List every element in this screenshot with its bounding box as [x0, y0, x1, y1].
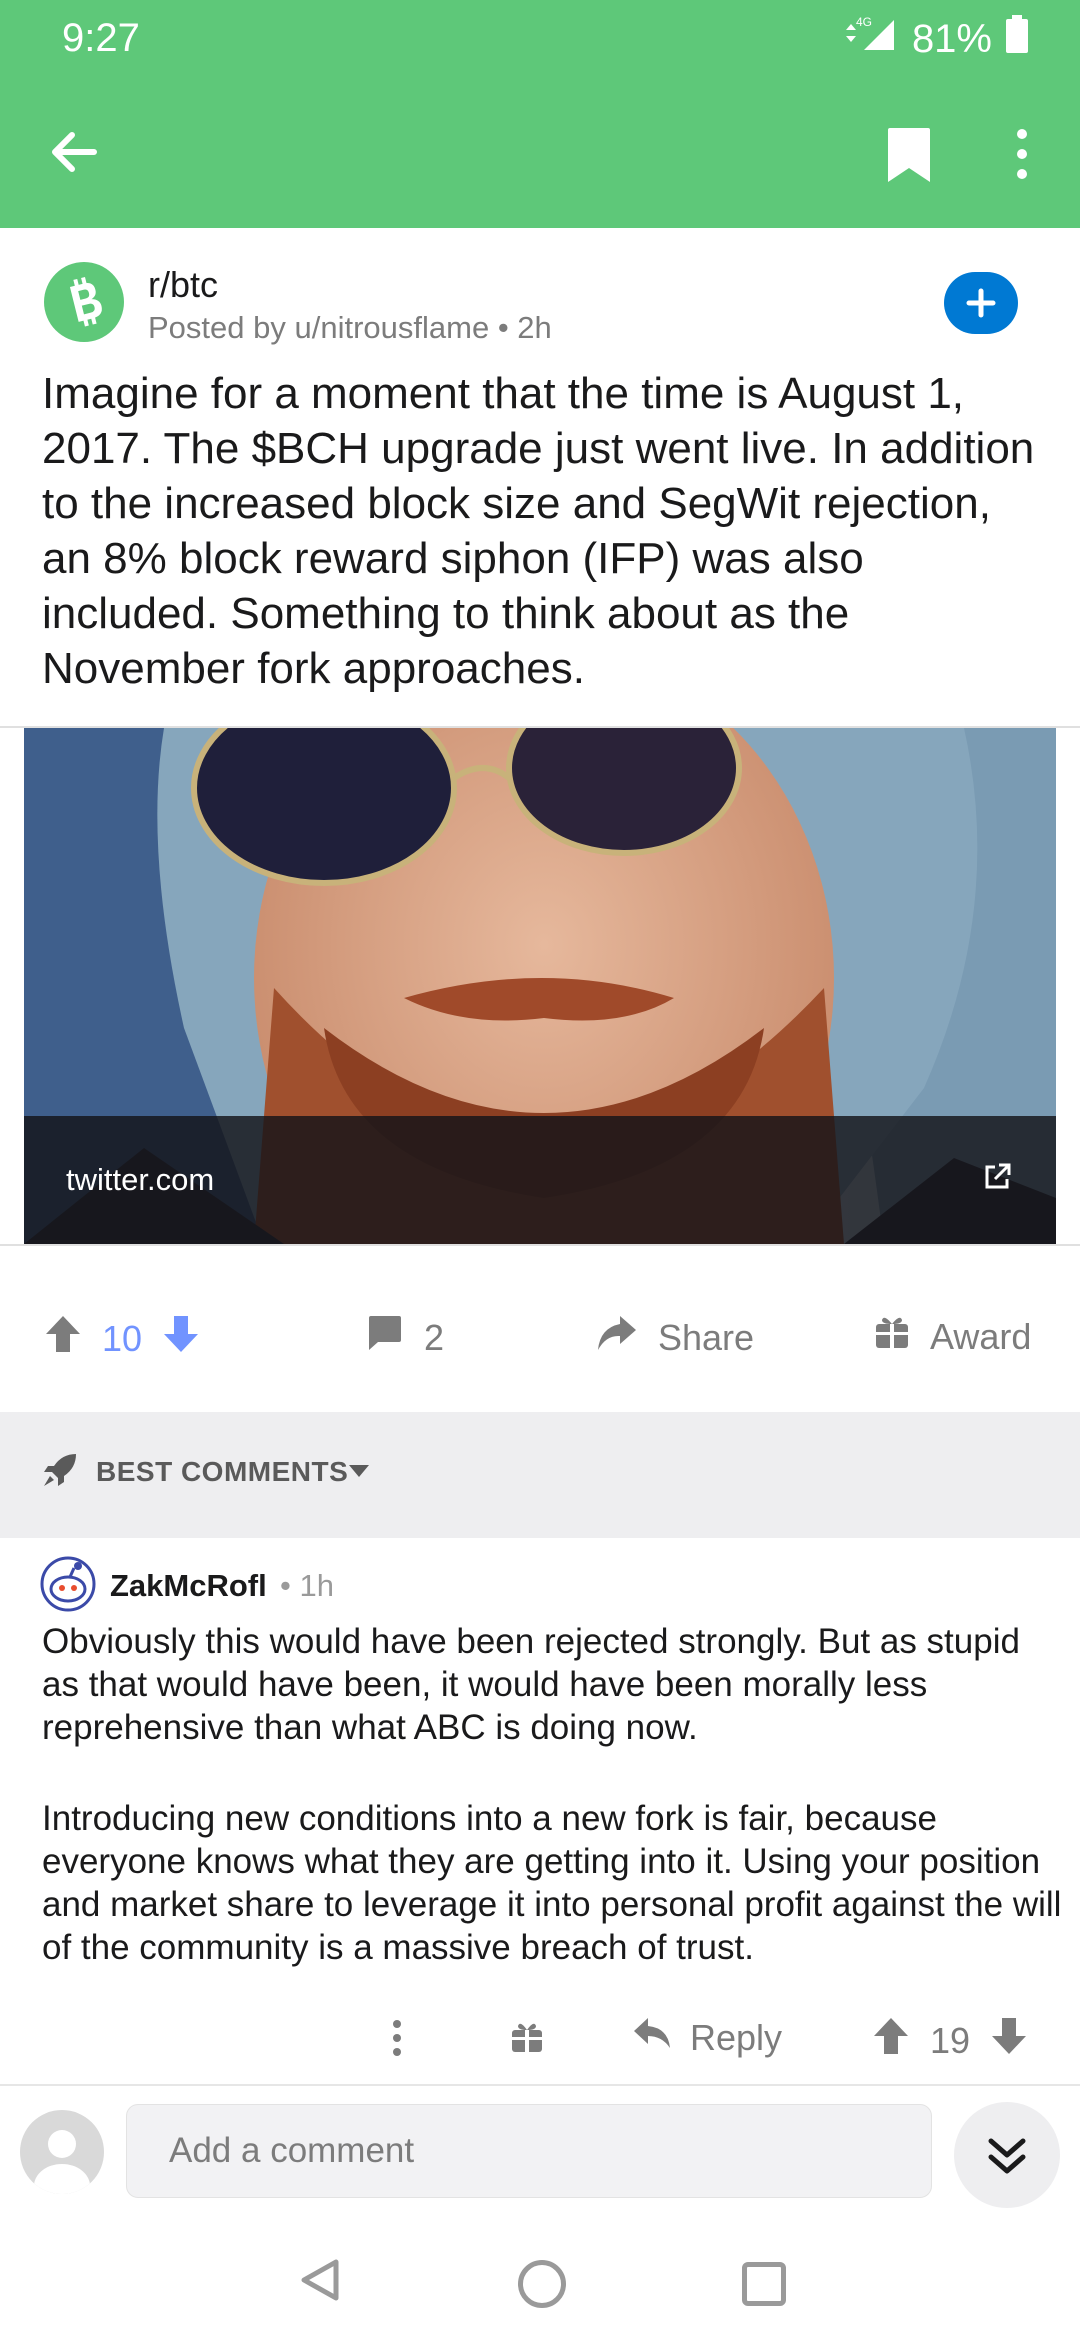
- status-time: 9:27: [62, 16, 140, 60]
- subreddit-name[interactable]: r/btc: [148, 264, 218, 306]
- post-age: 2h: [517, 310, 552, 345]
- user-avatar[interactable]: [20, 2110, 104, 2194]
- comment-age: 1h: [299, 1568, 334, 1603]
- comment-action-bar: Reply 19: [0, 2000, 1080, 2080]
- award-label: Award: [930, 1315, 1032, 1357]
- share-label: Share: [658, 1316, 755, 1358]
- share-button[interactable]: Share: [596, 1314, 754, 1361]
- comment-compose-bar: Add a comment: [0, 2084, 1080, 2216]
- status-bar: 9:27 4G 81%: [0, 0, 1080, 78]
- bitcoin-cash-icon: [69, 277, 102, 327]
- external-link-icon: [982, 1162, 1012, 1192]
- plus-icon: [966, 288, 996, 318]
- reply-arrow-icon: [632, 2016, 672, 2059]
- share-arrow-icon: [596, 1314, 638, 1361]
- comment-upvote-icon[interactable]: [872, 2016, 910, 2065]
- battery-percent: 81%: [911, 16, 992, 61]
- downvote-arrow-icon[interactable]: [162, 1314, 200, 1363]
- more-options-icon[interactable]: [1012, 126, 1032, 186]
- comments-button[interactable]: 2: [366, 1314, 444, 1361]
- system-nav-bar: [0, 2214, 1080, 2340]
- vote-group: 10: [44, 1314, 200, 1363]
- comment-body: Obviously this would have been rejected …: [42, 1620, 1062, 2017]
- comment-bubble-icon: [366, 1314, 404, 1361]
- meta-separator: •: [497, 310, 518, 345]
- comment-age-wrap: • 1h: [280, 1568, 334, 1603]
- add-comment-input[interactable]: Add a comment: [126, 2104, 932, 2198]
- sort-label: BEST COMMENTS: [96, 1456, 349, 1487]
- link-thumbnail-image[interactable]: twitter.com: [24, 728, 1056, 1244]
- comment-count: 2: [424, 1316, 445, 1358]
- upvote-arrow-icon[interactable]: [44, 1314, 82, 1363]
- comment-author-avatar[interactable]: [40, 1556, 96, 1612]
- signal-icon: 4G: [844, 14, 898, 64]
- link-caption-bar: twitter.com: [24, 1116, 1056, 1244]
- post-score: 10: [102, 1317, 143, 1359]
- nav-back-icon[interactable]: [300, 2258, 340, 2307]
- comment-paragraph-1: Obviously this would have been rejected …: [42, 1622, 1020, 1747]
- next-comment-button[interactable]: [954, 2102, 1060, 2208]
- comment-downvote-icon[interactable]: [990, 2016, 1028, 2065]
- reply-label: Reply: [690, 2016, 783, 2058]
- battery-icon: [1006, 15, 1028, 63]
- reply-button[interactable]: Reply: [632, 2016, 782, 2059]
- post-author[interactable]: Posted by u/nitrousflame: [148, 310, 489, 345]
- comment-paragraph-2: Introducing new conditions into a new fo…: [42, 1799, 1062, 1967]
- link-domain: twitter.com: [66, 1162, 215, 1197]
- network-type: 4G: [856, 15, 872, 29]
- app-header: 9:27 4G 81%: [0, 0, 1080, 228]
- bookmark-icon[interactable]: [886, 126, 932, 184]
- comment-vote-group: 19: [872, 2016, 1028, 2065]
- nav-home-icon[interactable]: [518, 2260, 566, 2308]
- post-title: Imagine for a moment that the time is Au…: [42, 369, 1035, 693]
- comment-author[interactable]: ZakMcRofl: [110, 1568, 267, 1604]
- caret-down-icon: [348, 1464, 370, 1483]
- comment-award-gift-icon[interactable]: [510, 2020, 544, 2063]
- comment-more-icon[interactable]: [392, 2018, 402, 2067]
- award-button[interactable]: Award: [874, 1314, 1031, 1359]
- comment-score: 19: [930, 2019, 971, 2061]
- status-icons: 4G 81%: [844, 14, 1028, 64]
- post-action-bar: 10 2 Share Award: [0, 1290, 1080, 1390]
- double-chevron-down-icon: [988, 2138, 1026, 2174]
- comments-sort-bar[interactable]: BEST COMMENTS: [0, 1412, 1080, 1538]
- back-arrow-icon[interactable]: [44, 122, 104, 182]
- nav-recents-icon[interactable]: [742, 2262, 786, 2306]
- subreddit-avatar[interactable]: [44, 262, 124, 342]
- link-preview-card[interactable]: twitter.com: [0, 726, 1080, 1246]
- rocket-icon: [42, 1452, 78, 1493]
- post-meta: Posted by u/nitrousflame • 2h: [148, 310, 552, 346]
- gift-icon: [874, 1314, 910, 1359]
- join-subreddit-button[interactable]: [944, 272, 1018, 334]
